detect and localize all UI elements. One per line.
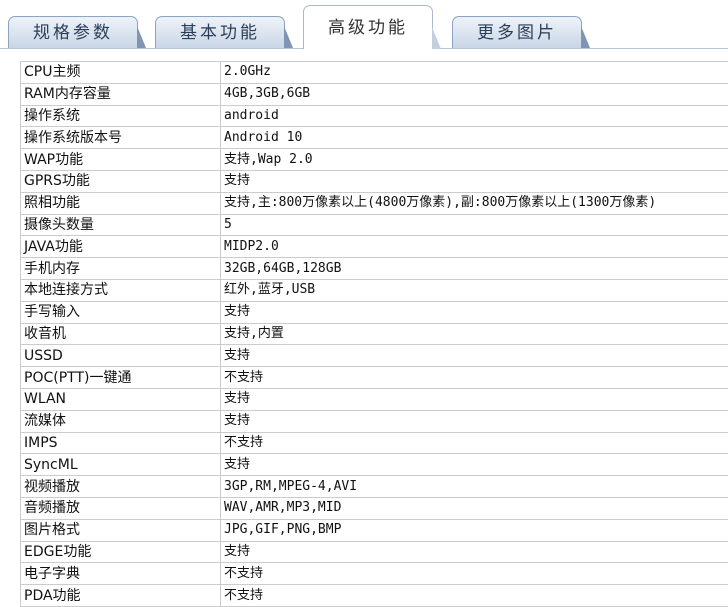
spec-value: 4GB,3GB,6GB: [221, 83, 728, 105]
spec-value: 支持,内置: [221, 323, 728, 345]
table-row: 照相功能支持,主:800万像素以上(4800万像素),副:800万像素以上(13…: [21, 192, 728, 214]
spec-value: WAV,AMR,MP3,MID: [221, 497, 728, 519]
spec-value: 不支持: [221, 563, 728, 585]
table-row: 电子字典不支持: [21, 563, 728, 585]
spec-value: 支持: [221, 388, 728, 410]
table-row: EDGE功能支持: [21, 541, 728, 563]
spec-value: JPG,GIF,PNG,BMP: [221, 519, 728, 541]
table-row: 图片格式JPG,GIF,PNG,BMP: [21, 519, 728, 541]
table-row: 摄像头数量5: [21, 214, 728, 236]
spec-key: 收音机: [21, 323, 221, 345]
table-row: 手写输入支持: [21, 301, 728, 323]
spec-value: 红外,蓝牙,USB: [221, 279, 728, 301]
spec-value: 支持,Wap 2.0: [221, 149, 728, 171]
spec-key: WAP功能: [21, 149, 221, 171]
tab-specifications[interactable]: 规格参数: [8, 16, 138, 48]
table-row: 手机内存32GB,64GB,128GB: [21, 258, 728, 280]
spec-key: 视频播放: [21, 476, 221, 498]
spec-key: 操作系统版本号: [21, 127, 221, 149]
table-row: JAVA功能MIDP2.0: [21, 236, 728, 258]
spec-value: 不支持: [221, 432, 728, 454]
spec-key: 流媒体: [21, 410, 221, 432]
table-row: 收音机支持,内置: [21, 323, 728, 345]
table-row: GPRS功能支持: [21, 170, 728, 192]
spec-key: POC(PTT)一键通: [21, 367, 221, 389]
spec-value: 支持: [221, 454, 728, 476]
spec-value: 支持: [221, 410, 728, 432]
spec-key: 摄像头数量: [21, 214, 221, 236]
table-row: PDA功能不支持: [21, 585, 728, 607]
tab-label: 基本功能: [180, 23, 260, 43]
spec-value: 不支持: [221, 367, 728, 389]
tab-basic-features[interactable]: 基本功能: [155, 16, 285, 48]
spec-key: SyncML: [21, 454, 221, 476]
table-row: RAM内存容量4GB,3GB,6GB: [21, 83, 728, 105]
table-row: 音频播放WAV,AMR,MP3,MID: [21, 497, 728, 519]
spec-key: USSD: [21, 345, 221, 367]
table-row: 操作系统android: [21, 105, 728, 127]
spec-value: 不支持: [221, 585, 728, 607]
table-row: 本地连接方式红外,蓝牙,USB: [21, 279, 728, 301]
spec-key: JAVA功能: [21, 236, 221, 258]
spec-key: IMPS: [21, 432, 221, 454]
tab-label: 更多图片: [477, 23, 557, 43]
spec-value: 3GP,RM,MPEG-4,AVI: [221, 476, 728, 498]
spec-value: 32GB,64GB,128GB: [221, 258, 728, 280]
spec-key: RAM内存容量: [21, 83, 221, 105]
spec-key: 音频播放: [21, 497, 221, 519]
spec-key: GPRS功能: [21, 170, 221, 192]
spec-key: 手写输入: [21, 301, 221, 323]
spec-key: 照相功能: [21, 192, 221, 214]
spec-value: 支持: [221, 170, 728, 192]
spec-key: 手机内存: [21, 258, 221, 280]
table-row: SyncML支持: [21, 454, 728, 476]
table-row: IMPS不支持: [21, 432, 728, 454]
spec-value: 2.0GHz: [221, 62, 728, 84]
tab-bar: 规格参数 基本功能 高级功能 更多图片: [0, 0, 728, 49]
table-row: 流媒体支持: [21, 410, 728, 432]
spec-value: 支持: [221, 541, 728, 563]
spec-key: 电子字典: [21, 563, 221, 585]
spec-key: 图片格式: [21, 519, 221, 541]
table-row: 操作系统版本号Android 10: [21, 127, 728, 149]
table-row: CPU主频2.0GHz: [21, 62, 728, 84]
spec-key: WLAN: [21, 388, 221, 410]
spec-value: 支持,主:800万像素以上(4800万像素),副:800万像素以上(1300万像…: [221, 192, 728, 214]
tab-corner: [432, 27, 441, 49]
spec-value: android: [221, 105, 728, 127]
tab-label: 规格参数: [33, 23, 113, 43]
table-row: USSD支持: [21, 345, 728, 367]
spec-value: MIDP2.0: [221, 236, 728, 258]
tab-more-pictures[interactable]: 更多图片: [452, 16, 582, 48]
spec-key: 操作系统: [21, 105, 221, 127]
table-row: WAP功能支持,Wap 2.0: [21, 149, 728, 171]
spec-key: EDGE功能: [21, 541, 221, 563]
spec-value: 5: [221, 214, 728, 236]
table-row: 视频播放3GP,RM,MPEG-4,AVI: [21, 476, 728, 498]
spec-value: Android 10: [221, 127, 728, 149]
tab-corner: [581, 26, 590, 48]
tab-corner: [284, 26, 293, 48]
spec-key: 本地连接方式: [21, 279, 221, 301]
spec-value: 支持: [221, 301, 728, 323]
spec-key: CPU主频: [21, 62, 221, 84]
spec-table: CPU主频2.0GHz RAM内存容量4GB,3GB,6GB 操作系统andro…: [20, 61, 728, 607]
table-row: POC(PTT)一键通不支持: [21, 367, 728, 389]
tab-label: 高级功能: [328, 18, 408, 38]
spec-key: PDA功能: [21, 585, 221, 607]
spec-table-container: CPU主频2.0GHz RAM内存容量4GB,3GB,6GB 操作系统andro…: [20, 61, 728, 607]
table-row: WLAN支持: [21, 388, 728, 410]
tab-corner: [137, 26, 146, 48]
tab-advanced-features[interactable]: 高级功能: [303, 5, 433, 49]
spec-value: 支持: [221, 345, 728, 367]
